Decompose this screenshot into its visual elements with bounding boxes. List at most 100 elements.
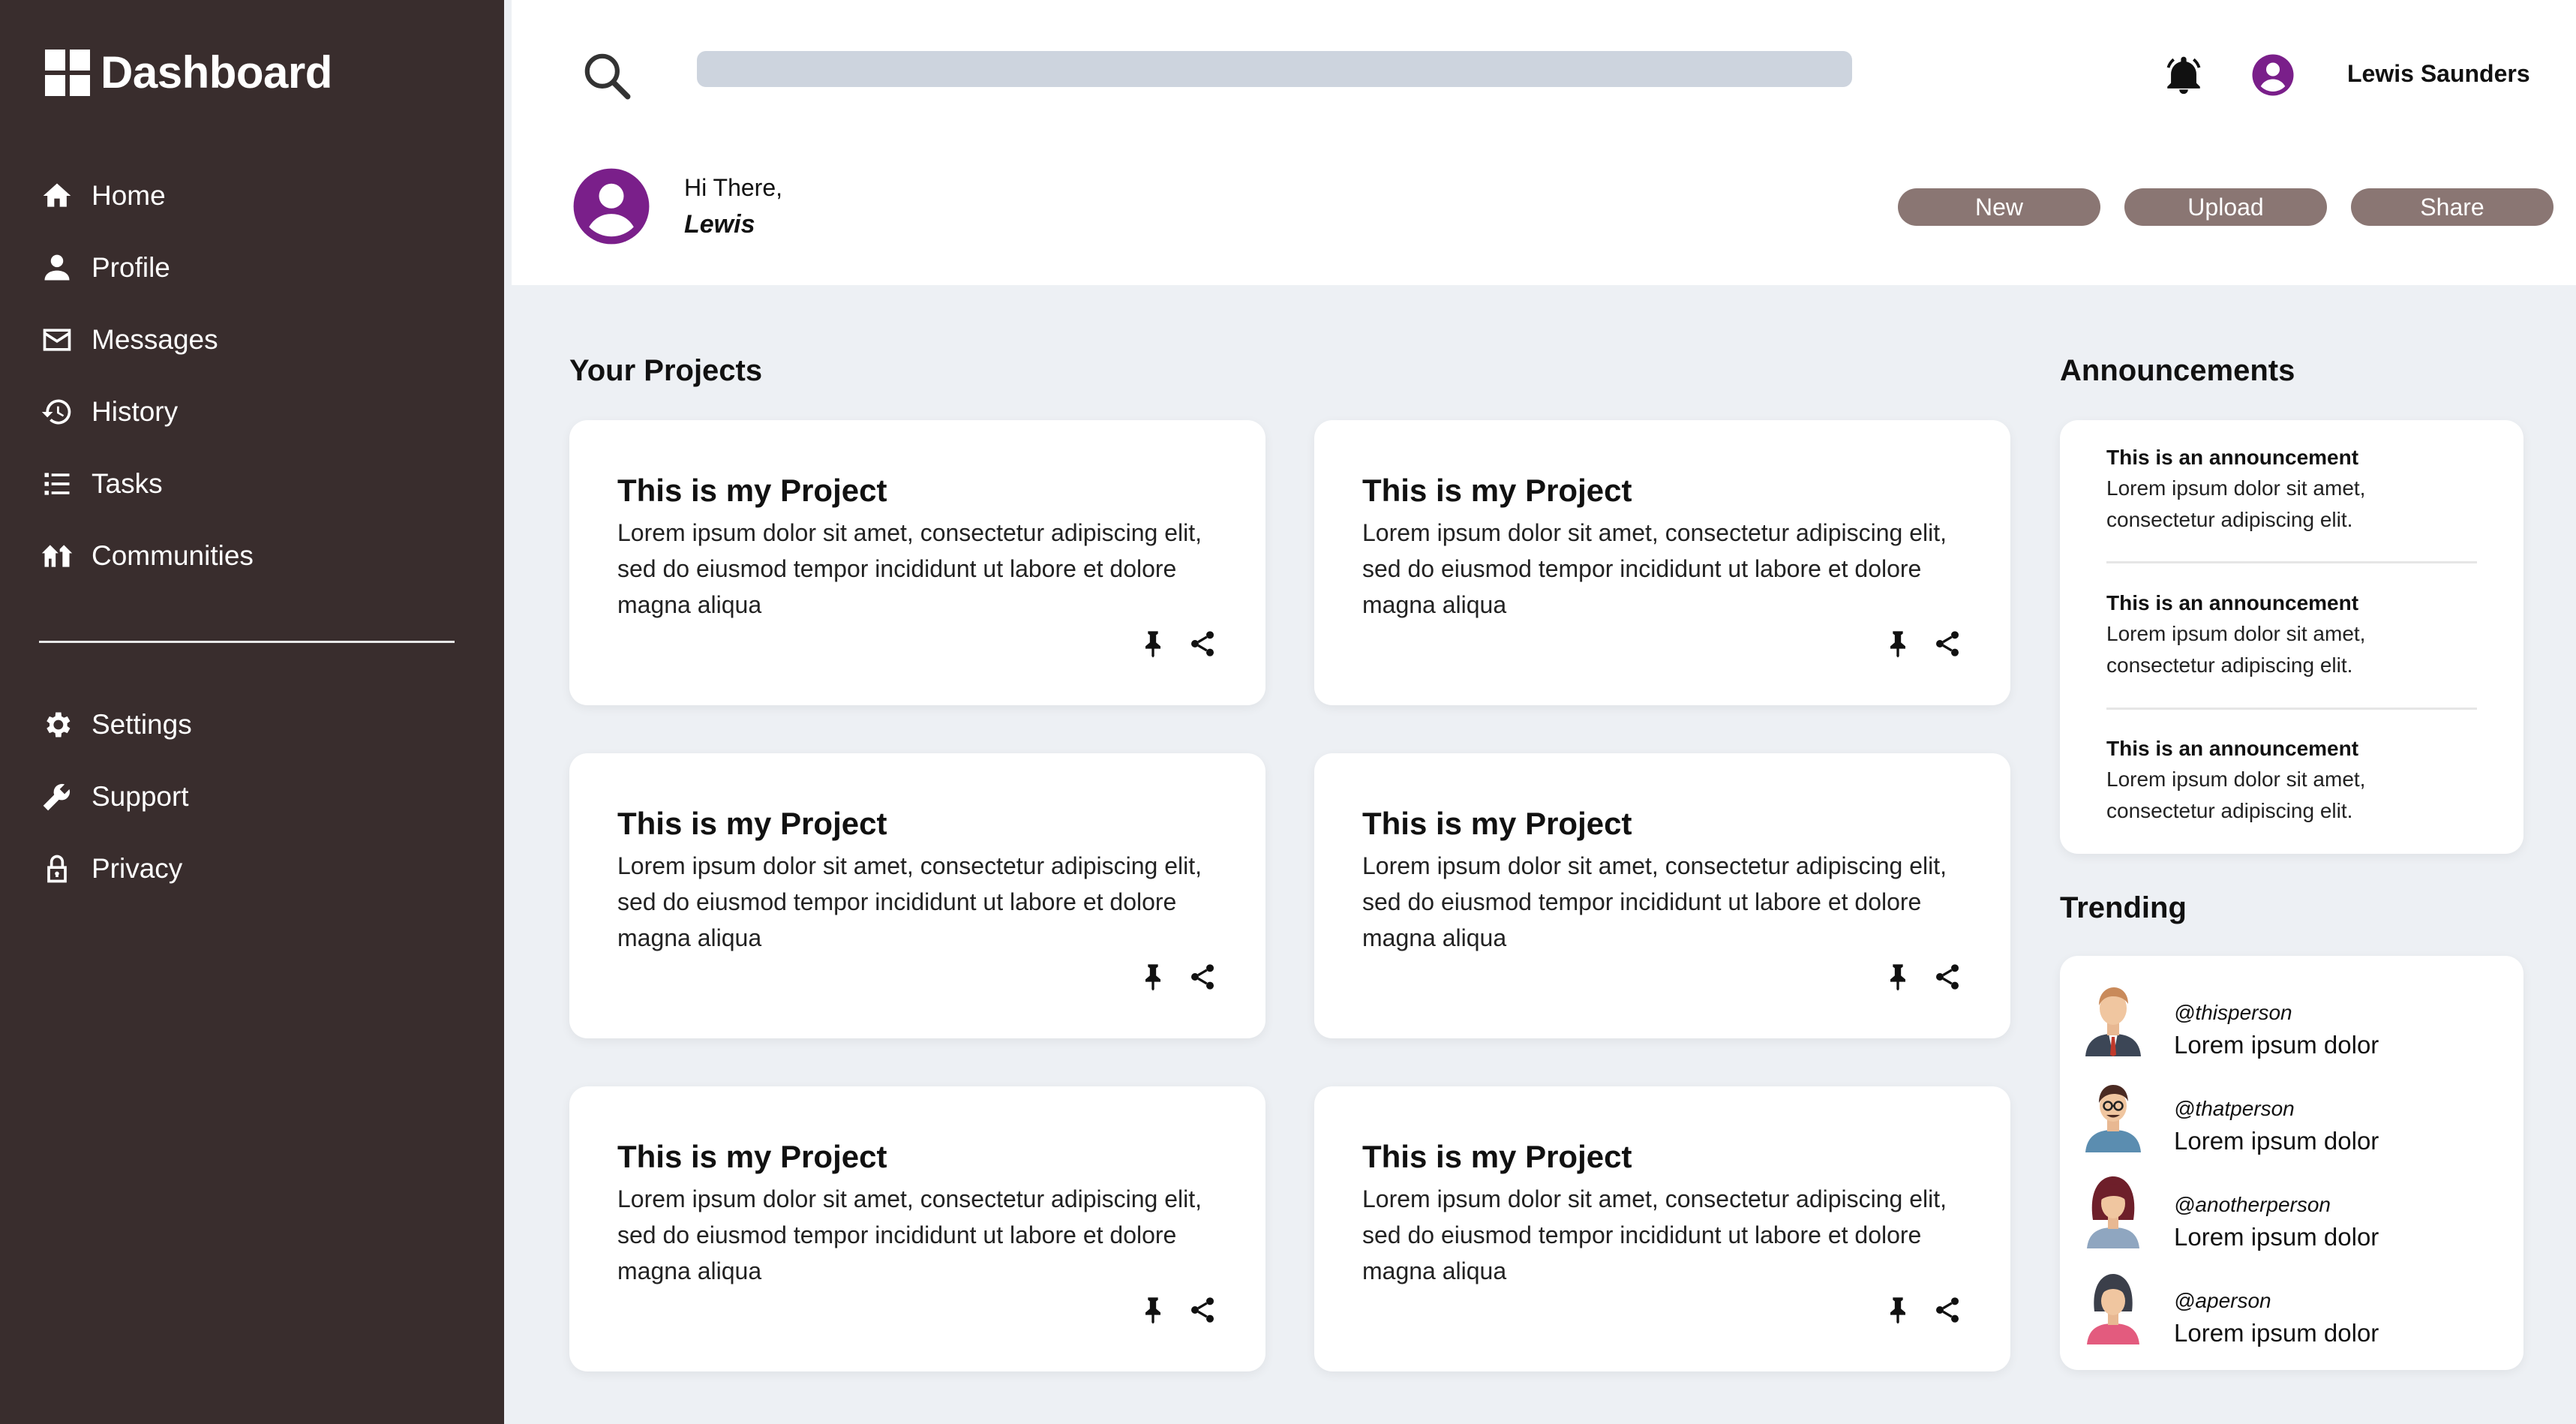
man-avatar-icon xyxy=(2076,974,2150,1056)
trending-panel: @thisperson Lorem ipsum dolor @thatperso… xyxy=(2060,956,2523,1370)
pin-icon[interactable] xyxy=(1138,629,1168,659)
greeting-name: Lewis xyxy=(684,210,755,239)
trending-item[interactable]: @aperson Lorem ipsum dolor xyxy=(2076,1262,2504,1352)
project-title: This is my Project xyxy=(617,473,887,508)
trending-item[interactable]: @thatperson Lorem ipsum dolor xyxy=(2076,1070,2504,1160)
share-icon[interactable] xyxy=(1187,629,1217,659)
announcement-body: Lorem ipsum dolor sit amet, consectetur … xyxy=(2106,622,2366,677)
sidebar-item-label: History xyxy=(92,396,179,427)
project-card[interactable]: This is my Project Lorem ipsum dolor sit … xyxy=(1314,420,2010,705)
announcement-title: This is an announcement xyxy=(2106,446,2359,469)
trending-text: Lorem ipsum dolor xyxy=(2174,1319,2379,1347)
trending-handle: @anotherperson xyxy=(2174,1193,2331,1216)
list-icon xyxy=(39,466,75,502)
sidebar-item-messages[interactable]: Messages xyxy=(39,304,254,376)
secondary-nav: Settings Support Privacy xyxy=(39,689,192,905)
announcement-body: Lorem ipsum dolor sit amet, consectetur … xyxy=(2106,768,2366,822)
search-input[interactable] xyxy=(697,51,1852,87)
project-actions xyxy=(1138,629,1217,659)
search-icon[interactable] xyxy=(579,48,635,104)
announcement-divider xyxy=(2106,561,2477,563)
project-title: This is my Project xyxy=(617,1139,887,1174)
trending-title: Trending xyxy=(2060,891,2187,924)
mail-icon xyxy=(39,322,75,358)
announcement-body: Lorem ipsum dolor sit amet, consectetur … xyxy=(2106,476,2366,531)
greeting-text: Hi There, xyxy=(684,174,783,201)
sidebar-item-label: Settings xyxy=(92,709,192,740)
pin-icon[interactable] xyxy=(1883,962,1913,992)
woman-bob-avatar-icon xyxy=(2076,1262,2150,1344)
trending-item[interactable]: @anotherperson Lorem ipsum dolor xyxy=(2076,1166,2504,1256)
project-actions xyxy=(1883,962,1962,992)
project-card[interactable]: This is my Project Lorem ipsum dolor sit … xyxy=(569,1086,1265,1371)
share-icon[interactable] xyxy=(1932,1295,1962,1325)
project-actions xyxy=(1138,962,1217,992)
announcement-item[interactable]: This is an announcement Lorem ipsum dolo… xyxy=(2106,737,2477,827)
project-title: This is my Project xyxy=(1362,473,1632,508)
announcement-title: This is an announcement xyxy=(2106,737,2359,760)
communities-icon xyxy=(39,538,75,574)
sidebar: Dashboard Home Profile Messages History … xyxy=(0,0,504,1424)
project-card[interactable]: This is my Project Lorem ipsum dolor sit … xyxy=(1314,1086,2010,1371)
sidebar-item-label: Communities xyxy=(92,540,254,571)
share-button[interactable]: Share xyxy=(2351,188,2553,226)
brand[interactable]: Dashboard xyxy=(45,47,332,98)
sidebar-item-label: Support xyxy=(92,781,189,812)
sidebar-item-label: Tasks xyxy=(92,468,163,499)
upload-button[interactable]: Upload xyxy=(2124,188,2327,226)
sidebar-item-support[interactable]: Support xyxy=(39,761,192,833)
share-icon[interactable] xyxy=(1187,962,1217,992)
lock-icon xyxy=(39,851,75,887)
project-description: Lorem ipsum dolor sit amet, consectetur … xyxy=(617,852,1202,951)
project-title: This is my Project xyxy=(617,806,887,841)
pin-icon[interactable] xyxy=(1138,1295,1168,1325)
share-icon[interactable] xyxy=(1932,962,1962,992)
project-actions xyxy=(1883,1295,1962,1325)
sidebar-item-tasks[interactable]: Tasks xyxy=(39,448,254,520)
sidebar-item-history[interactable]: History xyxy=(39,376,254,448)
sidebar-item-communities[interactable]: Communities xyxy=(39,520,254,592)
sidebar-item-profile[interactable]: Profile xyxy=(39,232,254,304)
user-icon xyxy=(39,250,75,286)
sidebar-item-settings[interactable]: Settings xyxy=(39,689,192,761)
trending-text: Lorem ipsum dolor xyxy=(2174,1223,2379,1251)
sidebar-item-privacy[interactable]: Privacy xyxy=(39,833,192,905)
project-title: This is my Project xyxy=(1362,1139,1632,1174)
project-card[interactable]: This is my Project Lorem ipsum dolor sit … xyxy=(569,753,1265,1038)
home-icon xyxy=(39,178,75,214)
bell-icon[interactable] xyxy=(2162,54,2205,98)
header: Lewis Saunders Hi There, Lewis New Uploa… xyxy=(512,0,2576,285)
project-card[interactable]: This is my Project Lorem ipsum dolor sit … xyxy=(1314,753,2010,1038)
new-button[interactable]: New xyxy=(1898,188,2100,226)
pin-icon[interactable] xyxy=(1138,962,1168,992)
sidebar-item-home[interactable]: Home xyxy=(39,160,254,232)
trending-item[interactable]: @thisperson Lorem ipsum dolor xyxy=(2076,974,2504,1064)
trending-text: Lorem ipsum dolor xyxy=(2174,1127,2379,1155)
share-icon[interactable] xyxy=(1187,1295,1217,1325)
sidebar-item-label: Messages xyxy=(92,324,218,355)
share-icon[interactable] xyxy=(1932,629,1962,659)
trending-handle: @thisperson xyxy=(2174,1001,2292,1024)
project-card[interactable]: This is my Project Lorem ipsum dolor sit … xyxy=(569,420,1265,705)
announcement-item[interactable]: This is an announcement Lorem ipsum dolo… xyxy=(2106,591,2477,681)
announcements-title: Announcements xyxy=(2060,354,2295,387)
user-avatar-icon[interactable] xyxy=(2250,53,2295,98)
gear-icon xyxy=(39,707,75,743)
trending-handle: @aperson xyxy=(2174,1289,2271,1312)
project-description: Lorem ipsum dolor sit amet, consectetur … xyxy=(617,1185,1202,1284)
project-description: Lorem ipsum dolor sit amet, consectetur … xyxy=(617,519,1202,618)
pin-icon[interactable] xyxy=(1883,1295,1913,1325)
dashboard-icon xyxy=(45,49,90,96)
project-title: This is my Project xyxy=(1362,806,1632,841)
main-nav: Home Profile Messages History Tasks Comm… xyxy=(39,160,254,592)
projects-title: Your Projects xyxy=(569,354,763,387)
history-icon xyxy=(39,394,75,430)
pin-icon[interactable] xyxy=(1883,629,1913,659)
announcement-title: This is an announcement xyxy=(2106,591,2359,614)
sidebar-item-label: Privacy xyxy=(92,853,183,884)
woman-avatar-icon xyxy=(2076,1166,2150,1248)
announcement-item[interactable]: This is an announcement Lorem ipsum dolo… xyxy=(2106,446,2477,536)
announcement-divider xyxy=(2106,707,2477,710)
sidebar-item-label: Home xyxy=(92,180,166,211)
user-name[interactable]: Lewis Saunders xyxy=(2347,60,2530,88)
